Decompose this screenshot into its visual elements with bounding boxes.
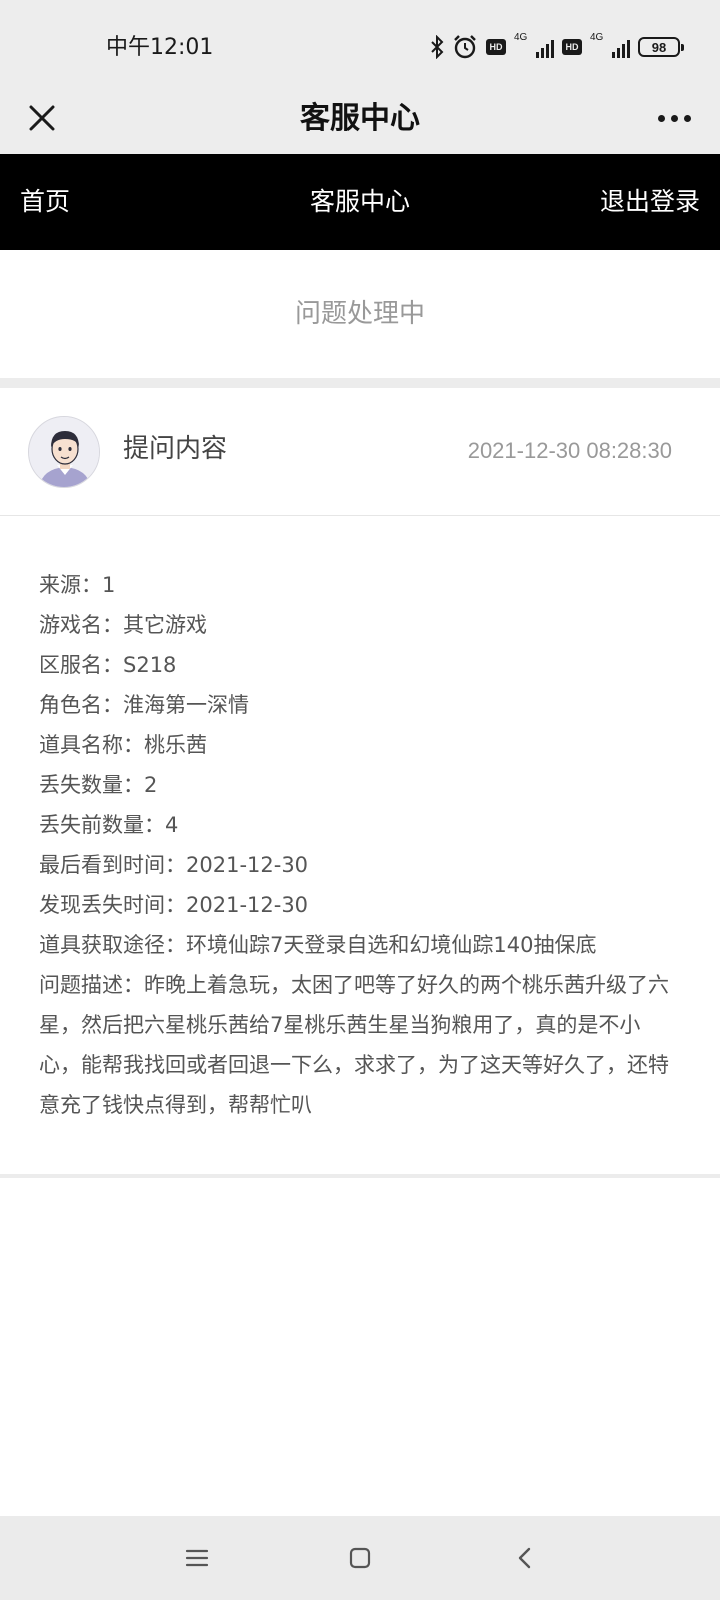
title-bar: 客服中心 (0, 82, 720, 154)
hd-badge: HD (562, 39, 582, 55)
battery-level: 98 (651, 39, 667, 55)
top-nav: 首页 客服中心 退出登录 (0, 154, 720, 250)
detail-line: 角色名：淮海第一深情 (39, 693, 249, 717)
detail-line: 丢失前数量：4 (39, 813, 179, 837)
menu-button[interactable] (177, 1538, 217, 1578)
home-icon (349, 1547, 371, 1569)
back-button[interactable] (505, 1538, 545, 1578)
status-bar: 中午12:01 HD 4G HD 4G 98 (0, 0, 720, 82)
question-header: 提问内容 2021-12-30 08:28:30 (0, 388, 720, 516)
back-icon (518, 1547, 531, 1569)
network-type: 4G (514, 32, 528, 43)
bluetooth-icon (430, 35, 444, 59)
detail-line: 来源：1 (39, 573, 116, 597)
detail-line: 区服名：S218 (39, 653, 177, 677)
more-button[interactable] (644, 92, 704, 144)
avatar (28, 416, 100, 488)
detail-line: 发现丢失时间：2021-12-30 (39, 893, 309, 917)
status-block: 问题处理中 (0, 250, 720, 378)
home-button[interactable] (340, 1538, 380, 1578)
system-nav-bar (0, 1516, 720, 1600)
more-icon (657, 114, 665, 122)
detail-line: 最后看到时间：2021-12-30 (39, 853, 309, 877)
signal-icon: 4G (514, 32, 554, 60)
page-title: 客服中心 (300, 101, 420, 136)
question-timestamp: 2021-12-30 08:28:30 (467, 438, 672, 463)
menu-icon (185, 1549, 209, 1567)
processing-status: 问题处理中 (294, 299, 425, 329)
signal-icon: 4G (590, 32, 630, 60)
detail-line: 道具获取途径：环境仙踪7天登录自选和幻境仙踪140抽保底 (39, 933, 597, 957)
hd-badge: HD (486, 39, 506, 55)
question-label: 提问内容 (123, 434, 228, 464)
question-details: 来源：1 游戏名：其它游戏 区服名：S218 角色名：淮海第一深情 道具名称：桃… (39, 565, 679, 1125)
section-divider (0, 378, 720, 388)
status-time: 中午12:01 (106, 35, 214, 60)
alarm-icon (452, 34, 478, 60)
detail-line: 道具名称：桃乐茜 (39, 733, 207, 757)
network-type: 4G (590, 32, 604, 43)
nav-logout-link[interactable]: 退出登录 (600, 184, 700, 220)
problem-description: 问题描述：昨晚上着急玩，太困了吧等了好久的两个桃乐茜升级了六星，然后把六星桃乐茜… (39, 973, 669, 1117)
status-icons: HD 4G HD 4G 98 (430, 32, 684, 62)
detail-line: 游戏名：其它游戏 (39, 613, 207, 637)
detail-line: 丢失数量：2 (39, 773, 158, 797)
content-divider (0, 1174, 720, 1178)
battery-icon: 98 (638, 37, 684, 57)
